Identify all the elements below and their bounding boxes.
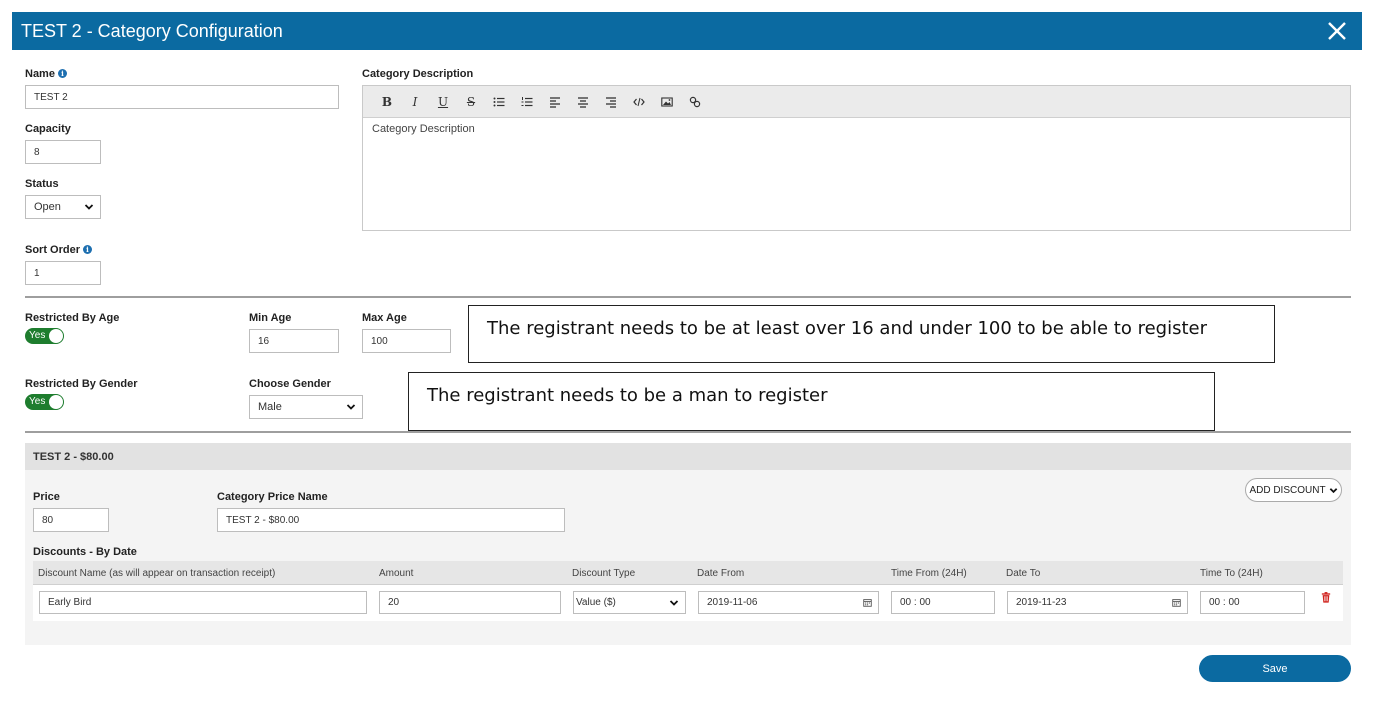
gender-annotation: The registrant needs to be a man to regi… bbox=[408, 372, 1215, 431]
chevron-down-icon bbox=[669, 599, 679, 606]
code-icon bbox=[633, 97, 645, 106]
trash-icon bbox=[1321, 592, 1331, 603]
info-icon[interactable]: i bbox=[83, 245, 93, 254]
close-icon bbox=[1328, 22, 1346, 40]
sort-order-label: Sort Order i bbox=[25, 244, 93, 256]
gender-select[interactable]: Male bbox=[249, 395, 363, 419]
description-label: Category Description bbox=[362, 68, 474, 80]
image-icon bbox=[661, 96, 673, 107]
delete-discount-button[interactable] bbox=[1321, 592, 1333, 605]
min-age-label: Min Age bbox=[249, 312, 292, 324]
name-label: Name i bbox=[25, 68, 67, 80]
description-placeholder: Category Description bbox=[372, 123, 475, 135]
restricted-by-age-label: Restricted By Age bbox=[25, 312, 120, 324]
status-select[interactable]: Open bbox=[25, 195, 101, 219]
align-right-button[interactable] bbox=[597, 93, 625, 111]
calendar-icon[interactable] bbox=[1172, 598, 1181, 607]
age-annotation: The registrant needs to be at least over… bbox=[468, 305, 1275, 363]
align-left-button[interactable] bbox=[541, 93, 569, 111]
time-to-input[interactable]: 00 : 00 bbox=[1200, 591, 1305, 614]
divider bbox=[25, 431, 1351, 433]
min-age-input[interactable]: 16 bbox=[249, 329, 339, 353]
link-icon bbox=[689, 96, 701, 107]
description-editor[interactable]: B I U S Category Description bbox=[362, 85, 1351, 231]
column-header: Discount Type bbox=[572, 568, 636, 579]
discount-table-header: Discount Name (as will appear on transac… bbox=[33, 561, 1343, 585]
price-name-label: Category Price Name bbox=[217, 491, 328, 503]
discounts-label: Discounts - By Date bbox=[33, 546, 137, 558]
restricted-by-gender-toggle[interactable]: Yes bbox=[25, 394, 64, 410]
chevron-down-icon bbox=[84, 204, 94, 210]
choose-gender-label: Choose Gender bbox=[249, 378, 331, 390]
discount-amount-input[interactable]: 20 bbox=[379, 591, 561, 614]
column-header: Date From bbox=[697, 568, 745, 579]
toggle-knob bbox=[49, 329, 63, 343]
bold-button[interactable]: B bbox=[373, 93, 401, 111]
calendar-icon[interactable] bbox=[863, 598, 872, 607]
align-center-icon bbox=[578, 96, 588, 108]
price-panel: TEST 2 - $80.00 ADD DISCOUNT Price 80 Ca… bbox=[25, 443, 1351, 645]
sort-order-input[interactable]: 1 bbox=[25, 261, 101, 285]
restricted-by-gender-label: Restricted By Gender bbox=[25, 378, 138, 390]
toggle-knob bbox=[49, 395, 63, 409]
column-header: Time To (24H) bbox=[1200, 568, 1263, 579]
chevron-down-icon bbox=[1329, 487, 1337, 493]
price-panel-title: TEST 2 - $80.00 bbox=[33, 451, 114, 463]
numbered-list-icon bbox=[521, 96, 533, 106]
editor-toolbar: B I U S bbox=[363, 86, 1350, 118]
column-header: Discount Name (as will appear on transac… bbox=[38, 568, 276, 579]
image-button[interactable] bbox=[653, 93, 681, 111]
divider bbox=[25, 296, 1351, 298]
price-label: Price bbox=[33, 491, 60, 503]
max-age-input[interactable]: 100 bbox=[362, 329, 451, 353]
add-discount-button[interactable]: ADD DISCOUNT bbox=[1245, 478, 1342, 502]
column-header: Date To bbox=[1006, 568, 1041, 579]
time-from-input[interactable]: 00 : 00 bbox=[891, 591, 995, 614]
bullet-list-icon bbox=[493, 97, 505, 106]
code-button[interactable] bbox=[625, 93, 653, 111]
max-age-label: Max Age bbox=[362, 312, 407, 324]
save-button[interactable]: Save bbox=[1199, 655, 1351, 682]
modal-title: TEST 2 - Category Configuration bbox=[21, 21, 283, 41]
modal-header: TEST 2 - Category Configuration bbox=[12, 12, 1362, 50]
table-row: Early Bird 20 Value ($) 2019-11-06 00 : … bbox=[33, 585, 1343, 621]
price-input[interactable]: 80 bbox=[33, 508, 109, 532]
discount-type-select[interactable]: Value ($) bbox=[573, 591, 686, 614]
price-panel-header: TEST 2 - $80.00 bbox=[25, 443, 1351, 470]
status-label: Status bbox=[25, 178, 59, 190]
restricted-by-age-toggle[interactable]: Yes bbox=[25, 328, 64, 344]
align-center-button[interactable] bbox=[569, 93, 597, 111]
close-button[interactable] bbox=[1326, 20, 1348, 42]
align-right-icon bbox=[606, 96, 616, 108]
strikethrough-button[interactable]: S bbox=[457, 93, 485, 111]
italic-button[interactable]: I bbox=[401, 93, 429, 111]
capacity-input[interactable]: 8 bbox=[25, 140, 101, 164]
price-name-input[interactable]: TEST 2 - $80.00 bbox=[217, 508, 565, 532]
numbered-list-button[interactable] bbox=[513, 93, 541, 111]
discount-name-input[interactable]: Early Bird bbox=[39, 591, 367, 614]
column-header: Time From (24H) bbox=[891, 568, 967, 579]
date-from-input[interactable]: 2019-11-06 bbox=[698, 591, 879, 614]
name-input[interactable]: TEST 2 bbox=[25, 85, 339, 109]
info-icon[interactable]: i bbox=[57, 69, 67, 78]
underline-button[interactable]: U bbox=[429, 93, 457, 111]
date-to-input[interactable]: 2019-11-23 bbox=[1007, 591, 1188, 614]
column-header: Amount bbox=[379, 568, 414, 579]
align-left-icon bbox=[550, 96, 560, 108]
link-button[interactable] bbox=[681, 93, 709, 111]
capacity-label: Capacity bbox=[25, 123, 71, 135]
bullet-list-button[interactable] bbox=[485, 93, 513, 111]
chevron-down-icon bbox=[346, 404, 356, 410]
